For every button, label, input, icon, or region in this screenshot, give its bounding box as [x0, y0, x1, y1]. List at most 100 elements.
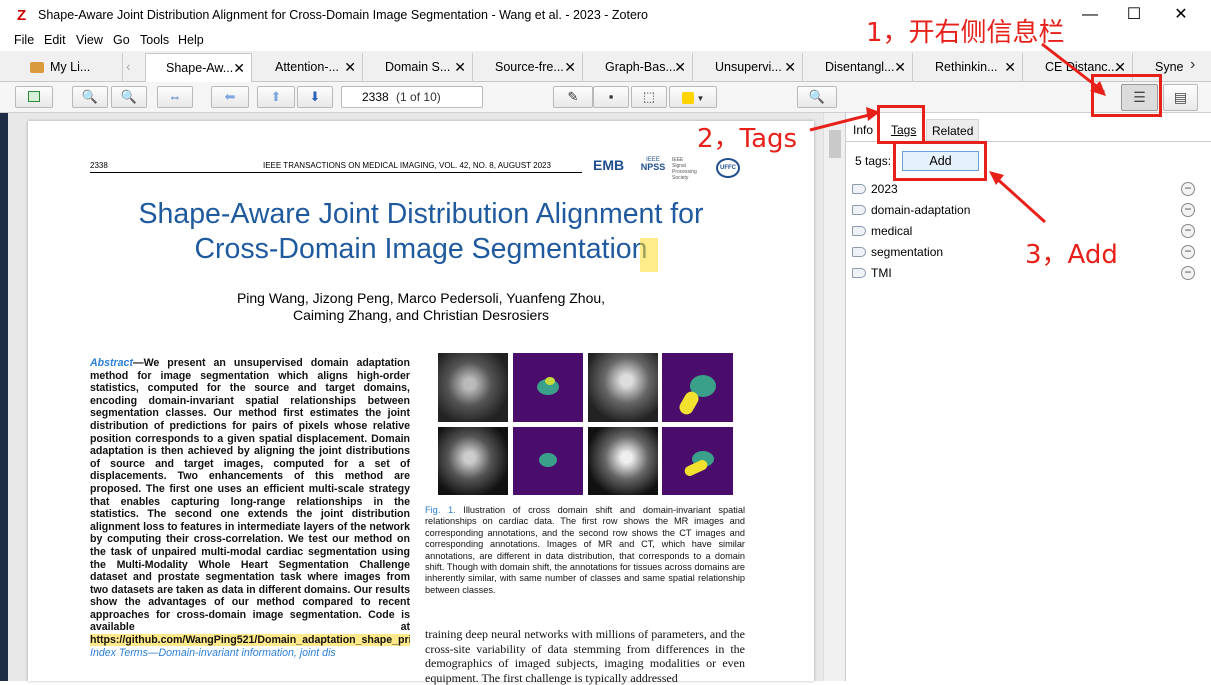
- sp-logo-text: Signal Processing Society: [672, 163, 697, 181]
- tab-reader[interactable]: Domain S... ✕: [363, 53, 473, 82]
- reader-toolbar: 🔍 🔍 ⇔ ⬅ ⬆ ⬇ 2338 (1 of 10) ✎ ▪ ⬚ ▼ 🔍 ☰ ▤: [0, 82, 1211, 113]
- figure-caption-text: Illustration of cross domain shift and d…: [425, 505, 745, 595]
- close-tab-icon[interactable]: ✕: [894, 53, 906, 82]
- menu-view[interactable]: View: [76, 33, 103, 47]
- tag-label: TMI: [871, 266, 892, 280]
- uffc-logo-text: UFFC: [720, 165, 736, 171]
- remove-tag-icon[interactable]: −: [1181, 203, 1195, 217]
- zoom-out-button[interactable]: 🔍: [72, 86, 108, 108]
- remove-tag-icon[interactable]: −: [1181, 245, 1195, 259]
- window-title: Shape-Aware Joint Distribution Alignment…: [38, 8, 649, 22]
- close-tab-icon[interactable]: ✕: [344, 53, 356, 82]
- title-highlight: [640, 238, 658, 272]
- signal-processing-logo: IEEE Signal Processing Society: [672, 157, 708, 181]
- sidebar-toggle-icon: [28, 91, 40, 102]
- tab-label: Domain S...: [385, 60, 451, 74]
- tabs-scroll-left-icon[interactable]: ‹: [126, 58, 131, 74]
- npss-logo-text: NPSS: [640, 162, 666, 172]
- close-tab-icon[interactable]: ✕: [454, 53, 466, 82]
- fit-width-button[interactable]: ⇔: [157, 86, 193, 108]
- tab-reader[interactable]: Attention-... ✕: [253, 53, 363, 82]
- arrow-up-icon: ⬆: [270, 89, 282, 104]
- annotation-box-pane-toggle: [1091, 74, 1162, 117]
- scrollbar-thumb[interactable]: [829, 130, 841, 158]
- authors-line-1: Ping Wang, Jizong Peng, Marco Pedersoli,…: [236, 290, 606, 306]
- emb-logo: EMB: [593, 157, 633, 177]
- close-tab-icon[interactable]: ✕: [1004, 53, 1016, 82]
- zoom-in-button[interactable]: 🔍: [111, 86, 147, 108]
- close-tab-icon[interactable]: ✕: [674, 53, 686, 82]
- remove-tag-icon[interactable]: −: [1181, 224, 1195, 238]
- page-number-value: 2338: [362, 90, 389, 104]
- close-button[interactable]: ✕: [1161, 4, 1201, 28]
- close-tab-icon[interactable]: ✕: [233, 54, 245, 83]
- tab-reader[interactable]: Graph-Bas... ✕: [583, 53, 693, 82]
- tab-reader[interactable]: Rethinkin... ✕: [913, 53, 1023, 82]
- zoom-in-icon: 🔍: [120, 89, 138, 104]
- close-tab-icon[interactable]: ✕: [784, 53, 796, 82]
- remove-tag-icon[interactable]: −: [1181, 266, 1195, 280]
- paper-title-line-2-text: Cross-Domain Image Segmentation: [194, 233, 648, 265]
- tab-reader[interactable]: Source-fre... ✕: [473, 53, 583, 82]
- notes-pane-button[interactable]: ▤: [1163, 84, 1198, 111]
- menu-tools[interactable]: Tools: [140, 33, 169, 47]
- tag-row[interactable]: 2023 −: [850, 179, 1200, 200]
- zotero-z-icon: Z: [17, 7, 27, 24]
- tab-related[interactable]: Related: [926, 119, 980, 141]
- note-tool-button[interactable]: ▪: [593, 86, 629, 108]
- annotation-step-3: 3，Add: [1025, 240, 1118, 270]
- arrow-left-icon: ⬅: [224, 89, 236, 104]
- color-picker-button[interactable]: ▼: [669, 86, 717, 108]
- tab-label: Unsupervi...: [715, 60, 782, 74]
- tab-bar: My Li... ‹ Shape-Aw... ✕ Attention-... ✕ D…: [0, 51, 1211, 83]
- highlight-tool-button[interactable]: ✎: [553, 86, 593, 108]
- tab-reader[interactable]: Disentangl... ✕: [803, 53, 913, 82]
- minimize-button[interactable]: —: [1070, 4, 1110, 28]
- mr-annotation-2: [662, 353, 733, 422]
- tab-reader[interactable]: Unsupervi... ✕: [693, 53, 803, 82]
- area-tool-button[interactable]: ⬚: [631, 86, 667, 108]
- pdf-viewer[interactable]: 2338 IEEE TRANSACTIONS ON MEDICAL IMAGIN…: [8, 113, 823, 685]
- pdf-page: 2338 IEEE TRANSACTIONS ON MEDICAL IMAGIN…: [28, 121, 814, 685]
- item-context-pane: Info Tags Related 5 tags: Add 2023− doma…: [845, 113, 1211, 681]
- tag-icon: [852, 205, 866, 215]
- menu-help[interactable]: Help: [178, 33, 204, 47]
- tag-row[interactable]: domain-adaptation −: [850, 200, 1200, 221]
- figure-1: [438, 353, 734, 495]
- menu-file[interactable]: File: [14, 33, 34, 47]
- ct-annotation-2: [662, 427, 733, 495]
- tab-info[interactable]: Info: [848, 119, 878, 141]
- menu-go[interactable]: Go: [113, 33, 130, 47]
- toggle-sidebar-button[interactable]: [15, 86, 53, 108]
- pdf-scrollbar[interactable]: [823, 113, 845, 681]
- menu-edit[interactable]: Edit: [44, 33, 66, 47]
- annotation-box-tags-tab: [877, 105, 925, 144]
- annotation-step-1: 1，开右侧信息栏: [866, 18, 1065, 48]
- paper-title-line-1: Shape-Aware Joint Distribution Alignment…: [138, 198, 704, 230]
- back-button[interactable]: ⬅: [211, 86, 249, 108]
- close-tab-icon[interactable]: ✕: [564, 53, 576, 82]
- notes-icon: ▤: [1173, 89, 1188, 105]
- tag-label: 2023: [871, 182, 898, 196]
- tab-my-library[interactable]: My Li...: [20, 53, 123, 82]
- maximize-button[interactable]: ☐: [1114, 4, 1154, 28]
- tab-label: Graph-Bas...: [605, 60, 676, 74]
- tag-count: 5 tags:: [855, 154, 892, 168]
- code-link[interactable]: https://github.com/WangPing521/Domain_ad…: [90, 634, 410, 647]
- tab-label: Shape-Aw...: [166, 61, 234, 75]
- previous-page-button[interactable]: ⬆: [257, 86, 295, 108]
- tab-label: Syne: [1155, 60, 1184, 74]
- page-number-input[interactable]: 2338 (1 of 10): [341, 86, 483, 108]
- remove-tag-icon[interactable]: −: [1181, 182, 1195, 196]
- pdf-header-left: 2338: [90, 161, 108, 170]
- pen-icon: ✎: [567, 89, 579, 104]
- mr-annotation: [513, 353, 583, 422]
- figure-label: Fig. 1.: [425, 505, 456, 515]
- tab-reader-active[interactable]: Shape-Aw... ✕: [145, 53, 252, 83]
- find-button[interactable]: 🔍: [797, 86, 837, 108]
- tag-label: segmentation: [871, 245, 944, 259]
- tag-label: medical: [871, 224, 913, 238]
- pdf-header-right: IEEE TRANSACTIONS ON MEDICAL IMAGING, VO…: [263, 161, 551, 170]
- next-page-button[interactable]: ⬇: [297, 86, 333, 108]
- tabs-scroll-right-icon[interactable]: ›: [1190, 56, 1195, 74]
